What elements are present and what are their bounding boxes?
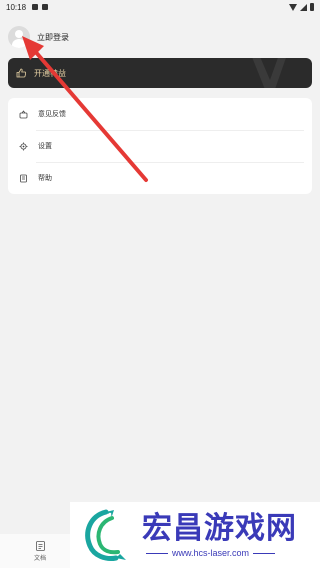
watermark: 宏昌游戏网 www.hcs-laser.com [70,502,320,568]
thumbs-up-icon [16,68,27,78]
menu-label-help: 帮助 [38,174,52,182]
gallery-notification-icon [32,4,39,10]
help-doc-icon [18,173,28,183]
settings-menu-card: 意见反馈 设置 帮助 [8,98,312,194]
menu-label-settings: 设置 [38,142,52,150]
status-icons [289,3,314,11]
menu-item-settings[interactable]: 设置 [8,130,312,162]
tab-docs-label: 文档 [33,554,46,562]
menu-item-feedback[interactable]: 意见反馈 [8,98,312,130]
tab-docs[interactable]: 文档 [0,534,80,568]
watermark-title: 宏昌游戏网 [142,511,297,546]
login-row[interactable]: 立即登录 [8,26,69,48]
status-bar: 10:18 [0,0,320,14]
signal-icon [300,3,307,11]
menu-item-help[interactable]: 帮助 [8,162,312,194]
feedback-icon [18,109,28,119]
vip-label: 开通特益 [34,68,66,78]
menu-label-feedback: 意见反馈 [38,110,66,118]
divider [253,552,276,554]
divider [146,552,168,554]
status-time: 10:18 [6,2,27,12]
wifi-icon [289,3,297,11]
dragon-logo-icon [85,509,126,561]
v-logo-decoration [252,58,286,88]
watermark-url: www.hcs-laser.com [172,548,250,558]
avatar[interactable] [8,26,30,48]
battery-icon [310,3,314,11]
document-icon [35,540,45,551]
login-label[interactable]: 立即登录 [37,32,69,43]
watermark-url-row: www.hcs-laser.com [142,548,297,558]
gear-icon [18,141,28,151]
vip-banner[interactable]: 开通特益 [8,58,312,88]
app-notification-icon [42,4,49,10]
watermark-text: 宏昌游戏网 www.hcs-laser.com [142,511,297,559]
